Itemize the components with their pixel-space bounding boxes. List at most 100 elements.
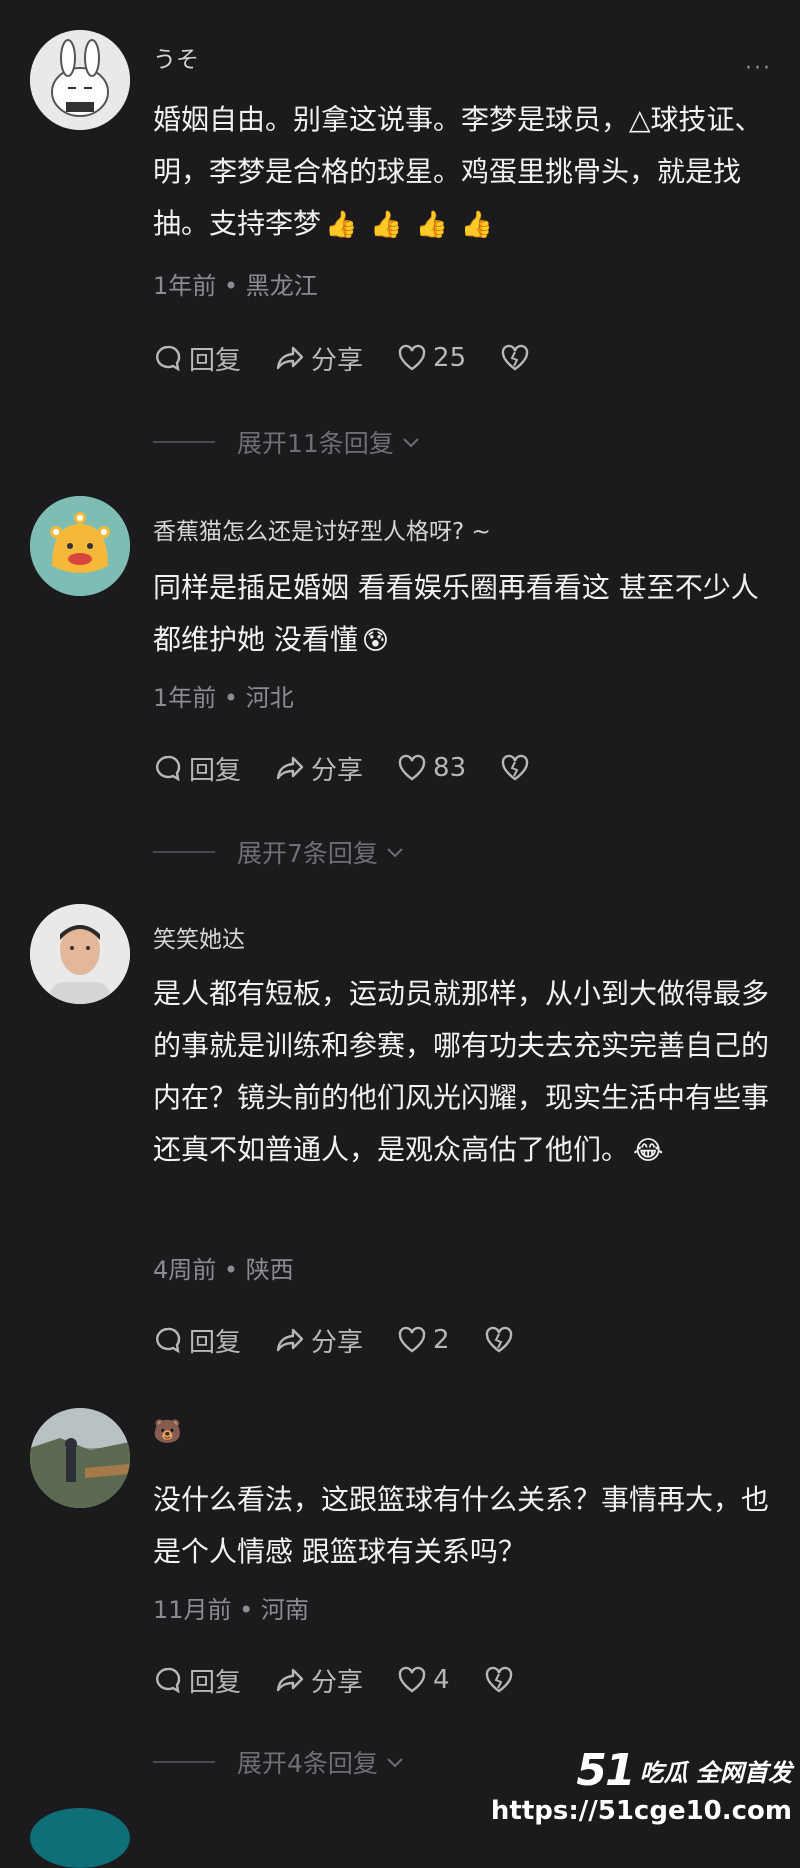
dislike-button[interactable] [500, 343, 536, 373]
share-label: 分享 [311, 755, 364, 786]
reply-button[interactable]: 回复 [153, 1662, 241, 1699]
expand-replies-button[interactable]: 展开4条回复 [153, 1744, 406, 1780]
username[interactable]: 🐻 [153, 1418, 182, 1445]
meta-separator: • [231, 1596, 261, 1624]
next-comment-avatar[interactable] [30, 1808, 130, 1868]
expand-replies-button[interactable]: 展开7条回复 [153, 834, 406, 870]
avatar-monster-icon [30, 496, 130, 596]
thumbs-up-emoji: 👍 [460, 210, 494, 240]
broken-heart-icon [501, 344, 529, 371]
heart-icon [398, 1326, 426, 1353]
expand-label: 展开4条回复 [237, 1749, 378, 1778]
broken-heart-icon [485, 1666, 512, 1693]
reply-icon [156, 1667, 181, 1694]
expand-label: 展开11条回复 [237, 429, 394, 458]
share-button[interactable]: 分享 [275, 750, 363, 787]
comment-actions: 回复 分享 2 [153, 1320, 554, 1360]
comment-body: 是人都有短板，运动员就那样，从小到大做得最多的事就是训练和参赛，哪有功夫去充实完… [153, 977, 770, 1166]
comment-location: 陕西 [245, 1256, 294, 1284]
avatar[interactable] [30, 30, 130, 130]
username[interactable]: うそ [153, 40, 199, 74]
divider-line [153, 851, 215, 853]
comment-text: 是人都有短板，运动员就那样，从小到大做得最多的事就是训练和参赛，哪有功夫去充实完… [153, 968, 783, 1177]
comment-text: 没什么看法，这跟篮球有什么关系？事情再大，也是个人情感 跟篮球有关系吗？ [153, 1474, 783, 1578]
divider-line [153, 1761, 215, 1763]
comment-time: 11月前 [153, 1596, 232, 1624]
comment-time: 4周前 [153, 1256, 217, 1284]
comment-meta: 4周前 • 陕西 [153, 1250, 294, 1285]
dislike-button[interactable] [484, 1325, 520, 1355]
like-button[interactable]: 83 [397, 753, 466, 783]
reply-button[interactable]: 回复 [153, 340, 241, 377]
avatar[interactable] [30, 1408, 130, 1508]
meta-separator: • [216, 684, 246, 712]
share-icon [276, 346, 304, 370]
reply-icon [156, 1327, 181, 1354]
reply-label: 回复 [189, 755, 242, 786]
like-count: 4 [433, 1665, 450, 1695]
comment-time: 1年前 [153, 684, 217, 712]
chevron-down-icon [403, 438, 419, 448]
watermark: 51 吃瓜 全网首发 https://51cge10.com [491, 1745, 792, 1826]
watermark-url: https://51cge10.com [490, 1796, 792, 1826]
like-button[interactable]: 25 [397, 343, 466, 373]
thumbs-up-emoji: 👍 [415, 210, 448, 240]
like-count: 83 [433, 753, 467, 783]
like-button[interactable]: 2 [397, 1325, 450, 1355]
reply-label: 回复 [189, 345, 242, 376]
comment-actions: 回复 分享 83 [153, 748, 570, 788]
comment-text: 同样是插足婚姻 看看娱乐圈再看看这 甚至不少人都维护她 没看懂 😰 [153, 562, 783, 667]
comment-location: 河北 [245, 684, 294, 712]
comment-meta: 11月前 • 河南 [153, 1590, 309, 1625]
reply-icon [156, 345, 181, 372]
avatar[interactable] [30, 904, 130, 1004]
heart-icon [398, 344, 426, 371]
like-count: 2 [433, 1325, 450, 1355]
divider-line [153, 441, 215, 443]
like-button[interactable]: 4 [397, 1665, 450, 1695]
laughing-crying-emoji: 😂 [633, 1136, 664, 1166]
share-label: 分享 [311, 1327, 364, 1358]
username[interactable]: 笑笑她达 [153, 920, 245, 954]
comment-location: 黑龙江 [245, 272, 318, 300]
broken-heart-icon [501, 754, 529, 781]
comment-location: 河南 [260, 1596, 309, 1624]
avatar-portrait-icon [30, 904, 130, 1004]
dislike-button[interactable] [484, 1665, 520, 1695]
expand-label: 展开7条回复 [237, 839, 378, 868]
share-icon [276, 1328, 304, 1352]
comment-meta: 1年前 • 河北 [153, 678, 294, 713]
username[interactable]: 香蕉猫怎么还是讨好型人格呀? ~ [153, 512, 491, 546]
more-options-icon[interactable]: ··· [745, 56, 772, 81]
comment-actions: 回复 分享 4 [153, 1660, 554, 1700]
comment-meta: 1年前 • 黑龙江 [153, 266, 318, 301]
reply-label: 回复 [189, 1327, 242, 1358]
share-icon [276, 756, 304, 780]
share-button[interactable]: 分享 [275, 1662, 363, 1699]
expand-replies-button[interactable]: 展开11条回复 [153, 424, 422, 460]
reply-button[interactable]: 回复 [153, 750, 241, 787]
thumbs-up-emoji: 👍 [325, 210, 358, 240]
like-count: 25 [433, 343, 467, 373]
reply-button[interactable]: 回复 [153, 1322, 241, 1359]
comment-body: 同样是插足婚姻 看看娱乐圈再看看这 甚至不少人都维护她 没看懂 [153, 571, 759, 656]
comment-body: 没什么看法，这跟篮球有什么关系？事情再大，也是个人情感 跟篮球有关系吗？ [153, 1483, 770, 1568]
avatar[interactable] [30, 496, 130, 596]
heart-icon [398, 754, 426, 781]
meta-separator: • [216, 1256, 246, 1284]
chevron-down-icon [387, 848, 403, 858]
reply-icon [156, 755, 181, 782]
dislike-button[interactable] [500, 753, 536, 783]
chevron-down-icon [387, 1758, 403, 1768]
meta-separator: • [216, 272, 246, 300]
reply-label: 回复 [189, 1667, 242, 1698]
avatar-landscape-icon [30, 1408, 130, 1508]
share-button[interactable]: 分享 [275, 340, 363, 377]
share-button[interactable]: 分享 [275, 1322, 363, 1359]
anxious-face-emoji: 😰 [361, 626, 390, 656]
comment-time: 1年前 [153, 272, 217, 300]
avatar-bunny-icon [30, 30, 130, 130]
share-label: 分享 [311, 345, 364, 376]
share-icon [276, 1668, 304, 1692]
watermark-brand: 51 吃瓜 全网首发 [491, 1745, 792, 1796]
